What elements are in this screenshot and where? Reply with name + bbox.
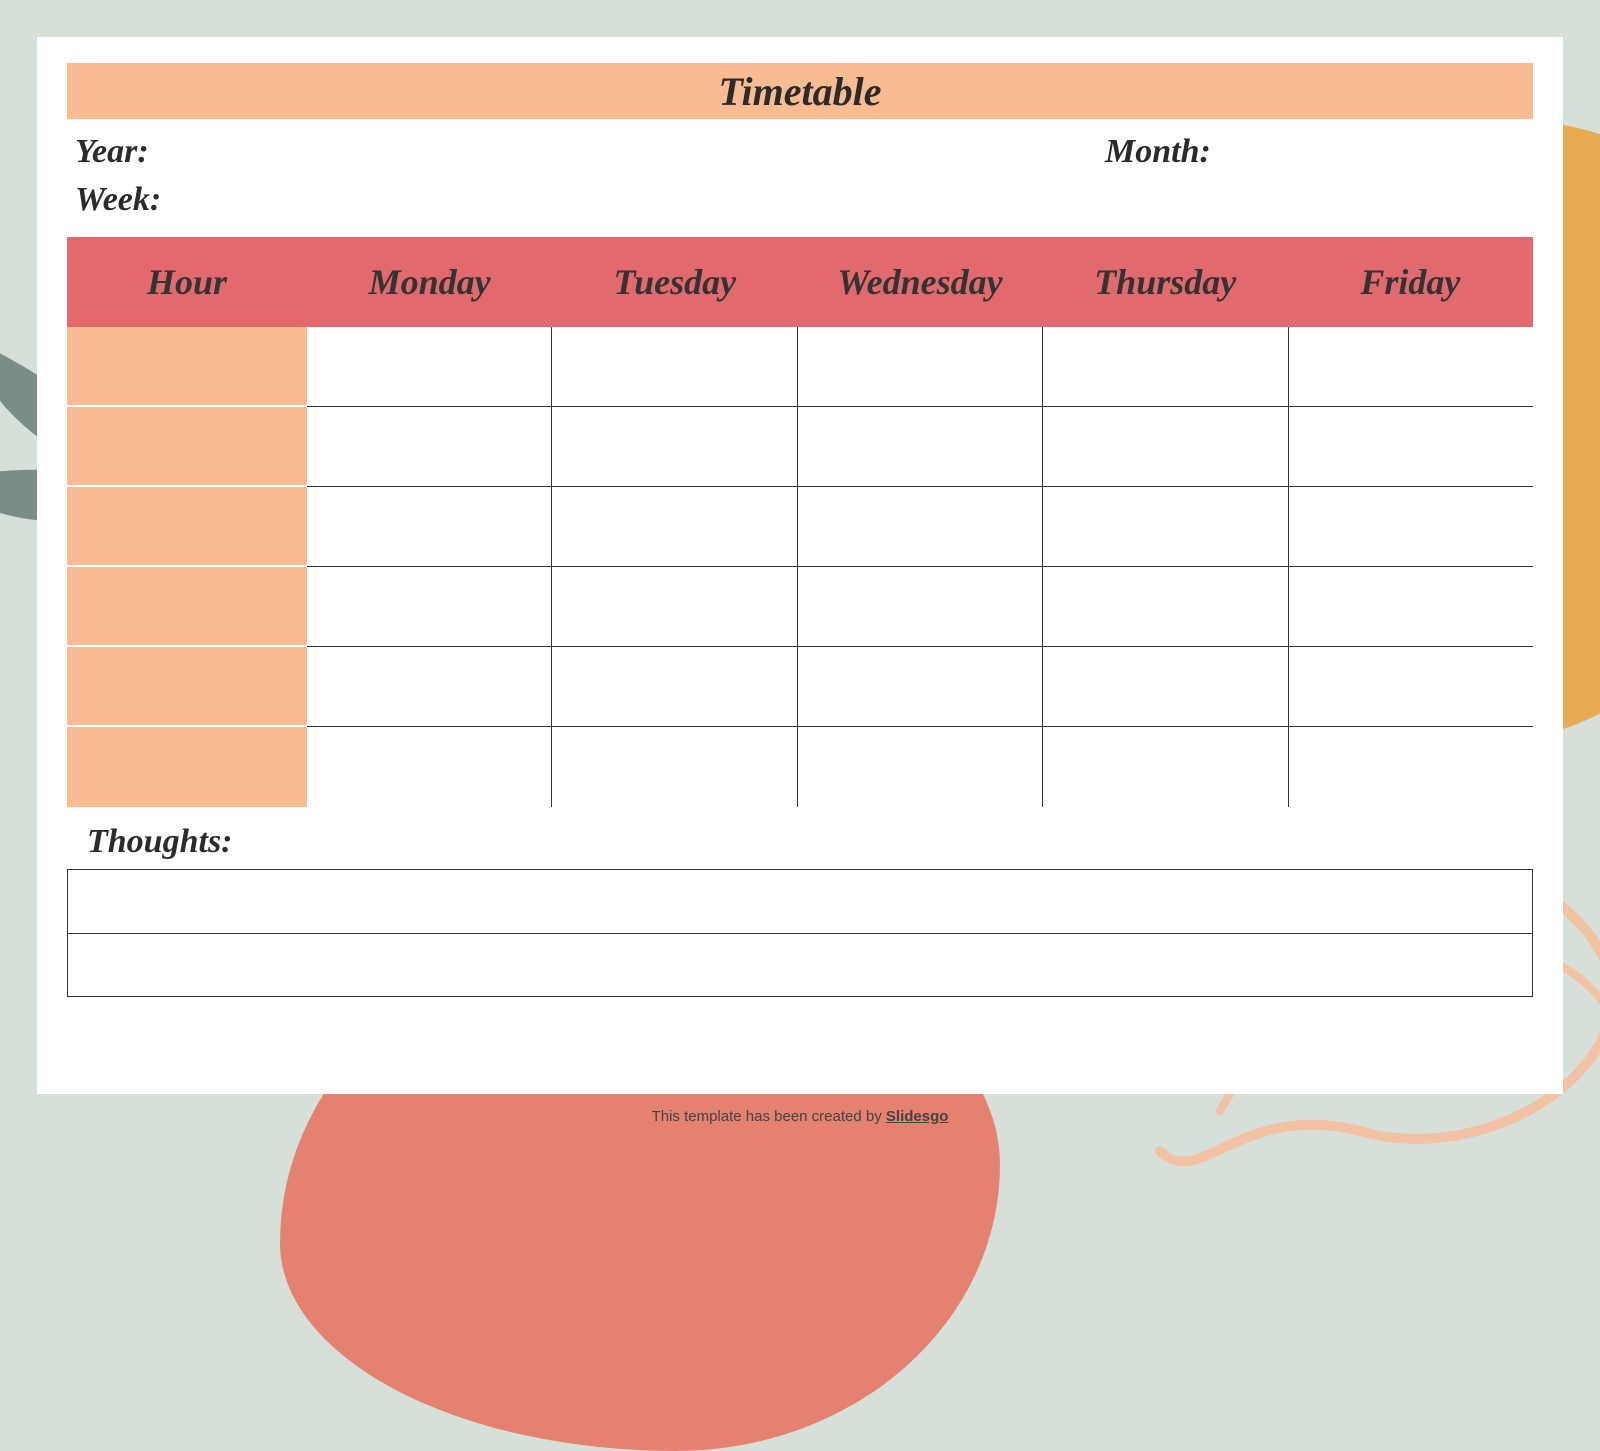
page-card: Timetable Year: Month: Week: Hour Monday…	[37, 37, 1563, 1094]
table-row	[67, 487, 1533, 567]
title-bar: Timetable	[67, 63, 1533, 119]
slot-cell[interactable]	[798, 407, 1043, 487]
table-row	[67, 567, 1533, 647]
thoughts-line[interactable]	[68, 934, 1532, 997]
slot-cell[interactable]	[1043, 567, 1288, 647]
footer-text: This template has been created by	[652, 1108, 886, 1125]
slot-cell[interactable]	[552, 407, 797, 487]
table-row	[67, 647, 1533, 727]
slot-cell[interactable]	[307, 727, 552, 807]
slot-cell[interactable]	[1043, 487, 1288, 567]
slot-cell[interactable]	[798, 327, 1043, 407]
col-header-day: Tuesday	[552, 261, 797, 303]
slot-cell[interactable]	[552, 727, 797, 807]
col-header-day: Thursday	[1043, 261, 1288, 303]
slot-cell[interactable]	[1043, 647, 1288, 727]
thoughts-line[interactable]	[68, 870, 1532, 934]
slot-cell[interactable]	[307, 647, 552, 727]
thoughts-label: Thoughts:	[67, 823, 1533, 861]
hour-cell[interactable]	[67, 567, 307, 647]
slot-cell[interactable]	[1043, 727, 1288, 807]
hour-cell[interactable]	[67, 487, 307, 567]
slot-cell[interactable]	[798, 487, 1043, 567]
slot-cell[interactable]	[307, 407, 552, 487]
slot-cell[interactable]	[1289, 727, 1533, 807]
slot-cell[interactable]	[552, 327, 797, 407]
hour-cell[interactable]	[67, 647, 307, 727]
slot-cell[interactable]	[1043, 407, 1288, 487]
hour-cell[interactable]	[67, 407, 307, 487]
footer-brand-link[interactable]: Slidesgo	[886, 1108, 949, 1125]
timetable-body	[67, 327, 1533, 807]
col-header-day: Monday	[307, 261, 552, 303]
slot-cell[interactable]	[552, 487, 797, 567]
table-row	[67, 727, 1533, 807]
table-row	[67, 407, 1533, 487]
footer: This template has been created by Slides…	[0, 1108, 1600, 1125]
slot-cell[interactable]	[798, 647, 1043, 727]
slot-cell[interactable]	[552, 567, 797, 647]
thoughts-box	[67, 869, 1533, 997]
hour-cell[interactable]	[67, 327, 307, 407]
week-label: Week:	[67, 181, 1533, 219]
table-row	[67, 327, 1533, 407]
hour-cell[interactable]	[67, 727, 307, 807]
year-label: Year:	[75, 133, 1105, 171]
col-header-day: Friday	[1288, 261, 1533, 303]
slot-cell[interactable]	[307, 567, 552, 647]
slot-cell[interactable]	[798, 727, 1043, 807]
col-header-hour: Hour	[67, 261, 307, 303]
month-label: Month:	[1105, 133, 1525, 171]
slot-cell[interactable]	[1043, 327, 1288, 407]
meta-row: Year: Month:	[67, 133, 1533, 171]
slot-cell[interactable]	[307, 327, 552, 407]
slot-cell[interactable]	[1289, 487, 1533, 567]
slot-cell[interactable]	[1289, 567, 1533, 647]
slot-cell[interactable]	[1289, 647, 1533, 727]
timetable-header: Hour Monday Tuesday Wednesday Thursday F…	[67, 237, 1533, 327]
slot-cell[interactable]	[552, 647, 797, 727]
slot-cell[interactable]	[798, 567, 1043, 647]
timetable: Hour Monday Tuesday Wednesday Thursday F…	[67, 237, 1533, 807]
col-header-day: Wednesday	[797, 261, 1042, 303]
slot-cell[interactable]	[307, 487, 552, 567]
slot-cell[interactable]	[1289, 327, 1533, 407]
page-title: Timetable	[719, 68, 882, 115]
slot-cell[interactable]	[1289, 407, 1533, 487]
